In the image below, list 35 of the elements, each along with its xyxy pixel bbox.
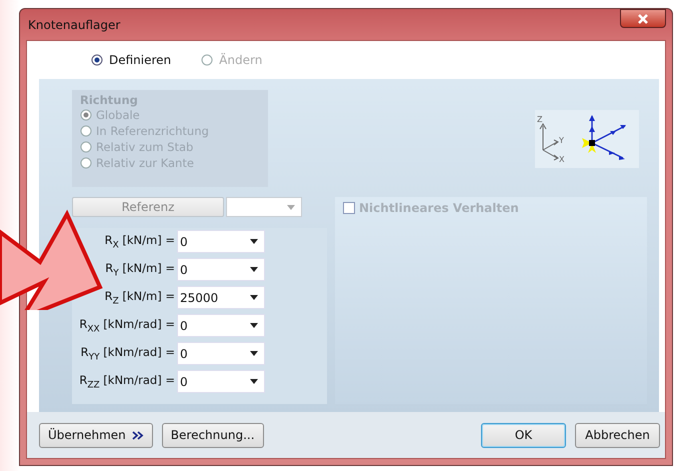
dialog-button[interactable]: OK	[481, 422, 566, 448]
stiffness-label: R$_{X}$ [kN/m] =	[104, 232, 175, 250]
axis-label: Y	[559, 136, 564, 145]
stiffness-dropdown[interactable]: 0	[177, 258, 265, 281]
stiffness-dropdown[interactable]: 0	[177, 370, 265, 393]
window-title: Knotenauflager	[27, 18, 120, 32]
stiffness-label: R$_{Z}$ [kN/m] =	[104, 288, 175, 306]
stiffness-label: R$_{Y}$ [kN/m] =	[105, 260, 175, 278]
caret-icon	[250, 239, 258, 244]
caret-icon	[250, 379, 258, 384]
option-label: Definieren	[109, 53, 172, 67]
option-label: Ändern	[219, 53, 262, 67]
stiffness-dropdown[interactable]: 0	[177, 230, 265, 253]
reference-dropdown[interactable]	[226, 197, 302, 217]
stiffness-label: R$_{YY}$ [kNm/rad] =	[80, 344, 175, 362]
dialog-button[interactable]: Abbrechen	[575, 422, 660, 448]
caret-icon	[250, 295, 258, 300]
double-chevron-icon	[132, 430, 144, 440]
axis-label: Z	[537, 115, 542, 124]
dialog-button[interactable]: Übernehmen	[39, 422, 153, 448]
caret-icon	[250, 267, 258, 272]
stiffness-dropdown[interactable]: 0	[177, 314, 265, 337]
stiffness-dropdown[interactable]: 25000	[177, 286, 265, 309]
stiffness-label: R$_{ZZ}$ [kNm/rad] =	[79, 372, 175, 390]
close-button[interactable]	[620, 9, 666, 28]
caret-icon	[250, 323, 258, 328]
stiffness-dropdown[interactable]: 0	[177, 342, 265, 365]
caret-icon	[287, 204, 295, 210]
stiffness-label: R$_{XX}$ [kNm/rad] =	[79, 316, 175, 334]
checkbox-label: Nichtlineares Verhalten	[359, 201, 519, 215]
radio-button[interactable]	[91, 54, 103, 66]
caret-icon	[250, 351, 258, 356]
close-icon	[637, 14, 649, 24]
dialog-button[interactable]: Berechnung...	[162, 422, 264, 448]
axis-label: X	[559, 155, 564, 164]
